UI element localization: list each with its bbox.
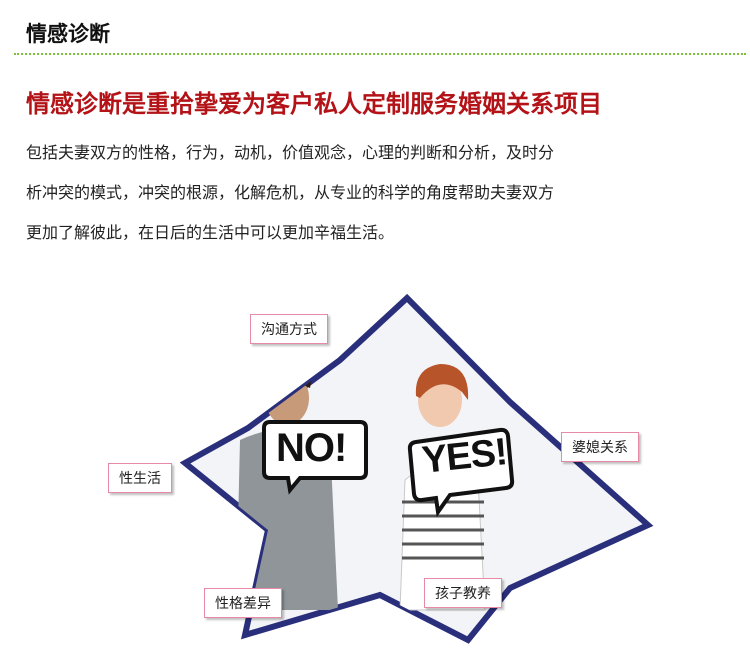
section-title: 情感诊断 [26, 22, 110, 46]
article-body: 包括夫妻双方的性格，行为，动机，价值观念，心理的判断和分析，及时分 析冲突的模式… [26, 133, 726, 253]
body-line: 析冲突的模式，冲突的根源，化解危机，从专业的科学的角度帮助夫妻双方 [26, 183, 555, 202]
label-communication: 沟通方式 [250, 314, 328, 344]
body-line: 更加了解彼此，在日后的生活中可以更加辛福生活。 [26, 223, 395, 242]
section-divider [14, 53, 746, 55]
no-sign-text: NO! [276, 426, 347, 470]
yes-sign-text: YES! [420, 431, 509, 482]
label-sex-life: 性生活 [108, 463, 172, 493]
label-in-laws: 婆媳关系 [561, 432, 639, 462]
relationship-diagram: NO! YES! 沟通方式 婆媳关系 性生活 性格差异 孩子教养 [0, 280, 750, 664]
label-personality: 性格差异 [204, 588, 282, 618]
label-parenting: 孩子教养 [424, 578, 502, 608]
body-line: 包括夫妻双方的性格，行为，动机，价值观念，心理的判断和分析，及时分 [26, 143, 555, 162]
article-headline: 情感诊断是重拾挚爱为客户私人定制服务婚姻关系项目 [26, 90, 602, 118]
